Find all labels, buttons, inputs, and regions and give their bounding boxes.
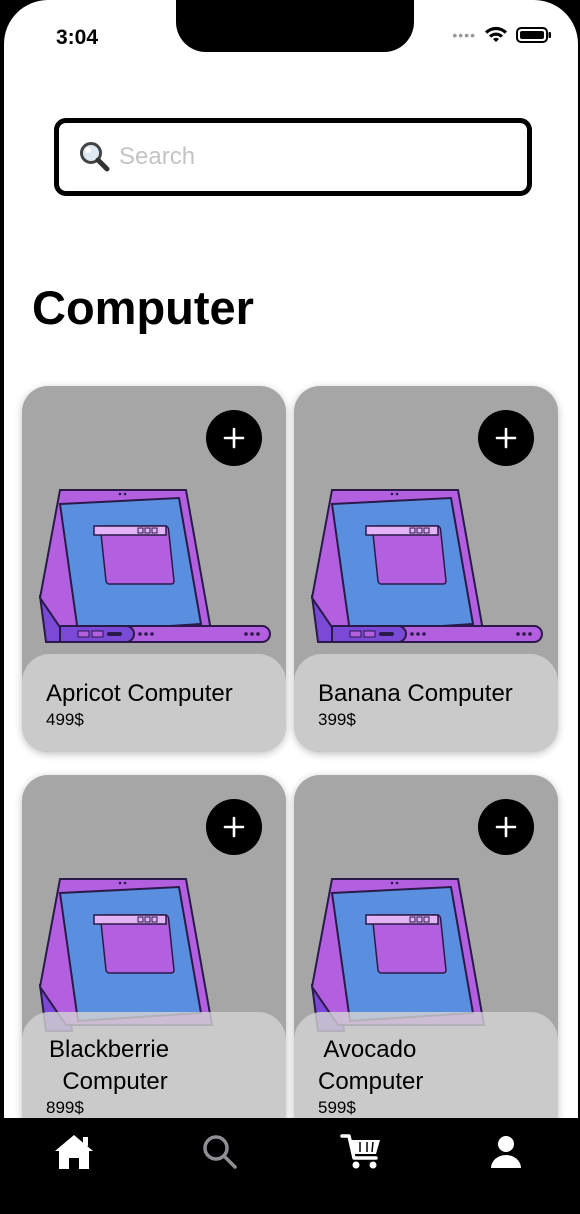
plus-icon [495,816,517,838]
product-price: 899$ [46,1098,84,1117]
laptop-illustration [310,489,543,643]
plus-icon [223,427,245,449]
add-to-cart-button[interactable] [478,799,534,855]
search-input[interactable] [119,143,479,171]
wifi-icon [485,26,507,42]
signal-dots-icon: •••• [452,27,476,43]
tab-home[interactable] [50,1128,98,1176]
product-price: 499$ [46,710,84,729]
search-icon [203,1135,237,1169]
device-notch [176,0,414,52]
page-title: Computer [32,281,254,334]
product-card[interactable]: Blackberrie Computer 899$ [22,775,286,1141]
search-bar[interactable] [54,118,532,196]
product-name: Apricot Computer [46,680,233,707]
status-time: 3:04 [56,26,99,49]
product-name: Banana Computer [318,680,513,707]
tab-cart[interactable] [338,1128,386,1176]
status-icons: •••• [452,26,552,44]
battery-icon [516,27,551,43]
plus-icon [495,427,517,449]
product-card[interactable]: Apricot Computer 499$ [22,386,286,752]
plus-icon [223,816,245,838]
tab-search[interactable] [196,1128,244,1176]
add-to-cart-button[interactable] [206,799,262,855]
product-name: Avocado Computer [318,1036,424,1095]
product-card[interactable]: Banana Computer 399$ [294,386,558,752]
laptop-illustration [38,489,271,643]
product-name: Blackberrie Computer [49,1036,170,1095]
search-icon [80,142,110,172]
tab-profile[interactable] [482,1128,530,1176]
add-to-cart-button[interactable] [478,410,534,466]
product-card[interactable]: Avocado Computer 599$ [294,775,558,1141]
cart-icon [340,1134,380,1169]
home-icon [55,1135,93,1169]
product-info: Banana Computer 399$ [294,654,558,752]
tab-bar [0,1118,580,1214]
product-info: Apricot Computer 499$ [22,654,286,752]
product-price: 399$ [318,710,356,729]
product-price: 599$ [318,1098,356,1117]
profile-icon [491,1136,521,1168]
add-to-cart-button[interactable] [206,410,262,466]
